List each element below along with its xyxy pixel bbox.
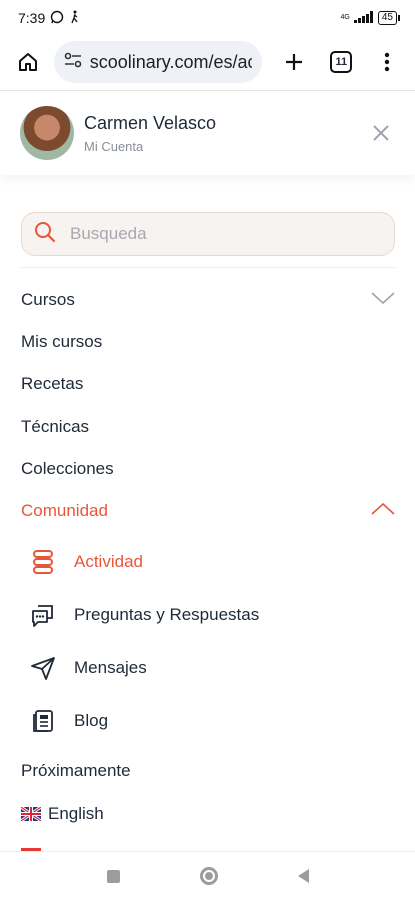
tab-count: 11 xyxy=(330,51,353,73)
language-selector[interactable]: English xyxy=(21,799,395,829)
search-divider xyxy=(21,267,395,268)
search-input[interactable]: Busqueda xyxy=(21,212,395,256)
url-text: scoolinary.com/es/ac xyxy=(89,51,252,72)
profile-header: Carmen Velasco Mi Cuenta xyxy=(0,91,415,175)
search-icon xyxy=(34,221,56,248)
status-bar: 7:39 4G 45 xyxy=(0,0,415,36)
more-vert-icon xyxy=(384,52,390,72)
menu-item-label: Cursos xyxy=(21,290,75,309)
submenu-item-actividad[interactable]: Actividad xyxy=(30,545,390,579)
submenu-item-mensajes[interactable]: Mensajes xyxy=(30,651,390,685)
signal-icon xyxy=(353,10,374,26)
submenu-item-blog[interactable]: Blog xyxy=(30,704,390,738)
home-icon xyxy=(18,53,37,71)
menu-item-cursos[interactable]: Cursos xyxy=(21,285,395,315)
chevron-down-icon[interactable] xyxy=(371,290,395,310)
menu-item-label: Recetas xyxy=(21,374,84,393)
menu-item-label: Técnicas xyxy=(21,417,90,436)
browser-menu-button[interactable] xyxy=(371,46,403,78)
profile-name: Carmen Velasco xyxy=(84,112,217,133)
plus-icon xyxy=(285,54,302,70)
site-settings-icon[interactable] xyxy=(64,52,82,73)
menu-item-colecciones[interactable]: Colecciones xyxy=(21,454,395,484)
menu-item-label: Colecciones xyxy=(21,459,114,478)
home-button[interactable] xyxy=(12,46,44,78)
uk-flag-icon xyxy=(21,807,41,821)
chevron-up-icon[interactable] xyxy=(371,501,395,521)
menu-item-label: Mis cursos xyxy=(21,332,103,351)
language-label: English xyxy=(48,804,104,823)
system-nav-bar xyxy=(0,851,415,900)
submenu-item-label: Preguntas y Respuestas xyxy=(74,605,260,624)
whatsapp-icon xyxy=(50,10,64,27)
menu-item-mis-cursos[interactable]: Mis cursos xyxy=(21,327,395,357)
new-tab-button[interactable] xyxy=(278,46,310,78)
browser-toolbar: scoolinary.com/es/ac 11 xyxy=(0,36,415,88)
avatar[interactable] xyxy=(20,106,74,160)
my-account-link[interactable]: Mi Cuenta xyxy=(84,139,216,154)
activity-icon xyxy=(30,549,56,575)
close-icon xyxy=(373,125,389,141)
battery-indicator: 45 xyxy=(377,11,401,25)
questions-icon xyxy=(30,602,56,628)
address-bar[interactable]: scoolinary.com/es/ac xyxy=(53,41,262,83)
menu-item-label: Comunidad xyxy=(21,501,108,520)
send-icon xyxy=(30,655,56,681)
profile-info[interactable]: Carmen Velasco Mi Cuenta xyxy=(84,113,216,154)
close-menu-button[interactable] xyxy=(367,119,395,147)
network-type: 4G xyxy=(340,14,350,21)
recents-button[interactable] xyxy=(106,869,120,883)
back-button[interactable] xyxy=(297,869,309,883)
tab-switcher-button[interactable]: 11 xyxy=(326,46,358,78)
home-nav-button[interactable] xyxy=(199,867,218,885)
menu-item-label: Próximamente xyxy=(21,761,131,780)
activity-walk-icon xyxy=(69,10,81,27)
status-time: 7:39 xyxy=(18,10,46,26)
blog-icon xyxy=(30,708,56,734)
menu-item-recetas[interactable]: Recetas xyxy=(21,369,395,399)
search-placeholder: Busqueda xyxy=(70,224,147,243)
menu-item-tecnicas[interactable]: Técnicas xyxy=(21,412,395,442)
menu-item-proximamente[interactable]: Próximamente xyxy=(21,756,395,786)
menu-item-comunidad[interactable]: Comunidad xyxy=(21,496,395,526)
submenu-item-label: Blog xyxy=(74,711,109,730)
submenu-item-preguntas[interactable]: Preguntas y Respuestas xyxy=(30,598,390,632)
submenu-item-label: Actividad xyxy=(74,552,143,571)
submenu-item-label: Mensajes xyxy=(74,658,147,677)
